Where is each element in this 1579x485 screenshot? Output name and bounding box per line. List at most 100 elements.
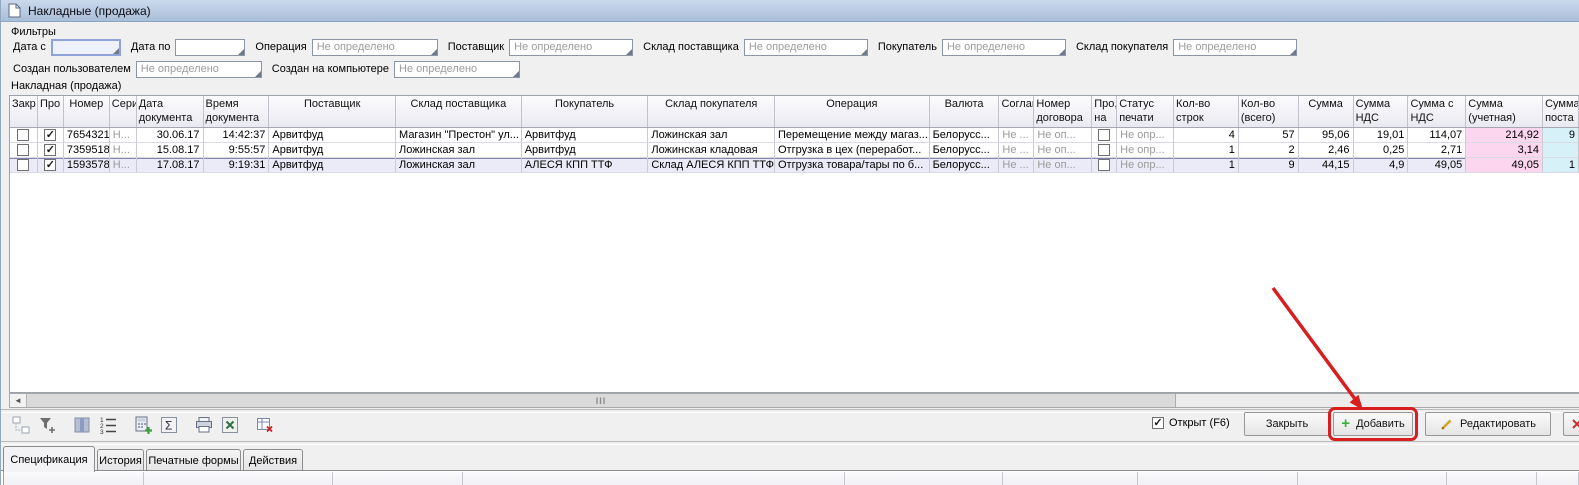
excel-export-toolbar-button[interactable] [218,414,241,437]
column-header-qty_total[interactable]: Кол-во (всего) [1239,96,1299,127]
filter-field-supplier[interactable]: Не определено [509,39,633,56]
spec-column-header[interactable] [4,472,144,485]
spec-column-header[interactable] [1003,472,1138,485]
column-header-buyer[interactable]: Покупатель [522,96,649,127]
cell-printed-checkbox[interactable] [1098,144,1110,156]
column-header-sum_vat[interactable]: Сумма НДС [1354,96,1409,127]
edit-button[interactable]: Редактировать [1425,412,1551,436]
filter-field-buyer-warehouse[interactable]: Не определено [1173,39,1297,56]
cell-closed-checkbox[interactable] [17,144,29,156]
filter-add-toolbar-button[interactable] [35,414,58,437]
cell-posted-checkbox[interactable]: ✓ [44,144,56,156]
pencil-icon [1440,417,1454,431]
numbered-list-toolbar-button[interactable]: 123 [96,414,119,437]
filters-row-2: Создан пользователемНе определеноСоздан … [13,60,530,78]
column-header-supplier_wh[interactable]: Склад поставщика [396,96,522,127]
filters-group-label: Фильтры [11,26,56,38]
filter-field-created-on-computer[interactable]: Не определено [394,61,520,78]
cell-sum_post [1543,143,1579,158]
column-header-posted[interactable]: Про [38,96,64,127]
column-header-doc_date[interactable]: Дата документа [137,96,204,127]
column-header-operation[interactable]: Операция [775,96,930,127]
close-button[interactable]: Закрыть [1244,412,1330,436]
column-header-buyer_wh[interactable]: Склад покупателя [648,96,775,127]
filter-field-supplier-warehouse[interactable]: Не определено [744,39,868,56]
cell-agreement: Не ... [999,158,1034,173]
spec-column-header[interactable] [144,472,334,485]
cell-printed-checkbox[interactable] [1098,129,1110,141]
tab-история[interactable]: История [97,449,144,471]
open-f6-label: Открыт (F6) [1169,417,1230,429]
filter-field-created-by-user[interactable]: Не определено [136,61,262,78]
table-row[interactable]: ✓1593578Н...17.08.179:19:31АрвитфудЛожин… [10,158,1579,173]
cell-posted-checkbox[interactable]: ✓ [44,159,56,171]
column-header-series[interactable]: Сери [110,96,137,127]
column-header-sum[interactable]: Сумма [1299,96,1354,127]
add-button[interactable]: +Добавить [1333,412,1413,436]
column-header-sum_post[interactable]: Сумма поста [1543,96,1579,127]
combo-corner-icon [1290,49,1296,55]
column-header-sum_accounting[interactable]: Сумма (учетная) [1466,96,1543,127]
calculator-add-toolbar-button[interactable] [131,414,154,437]
filter-field-operation[interactable]: Не определено [312,39,438,56]
column-header-currency[interactable]: Валюта [930,96,1000,127]
column-header-closed[interactable]: Закр [10,96,38,127]
window-titlebar[interactable]: Накладные (продажа) [1,0,1579,22]
horizontal-scrollbar[interactable]: ◄ III [9,393,1579,408]
table-row[interactable]: ✓7654321Н...30.06.1714:42:37АрвитфудМага… [10,128,1579,143]
cell-closed [10,158,38,173]
column-header-agreement[interactable]: Соглаш [999,96,1034,127]
tab-печатные-формы[interactable]: Печатные формы [146,449,241,471]
scrollbar-thumb[interactable]: III [27,394,1176,407]
cell-number: 7359518 [64,143,110,158]
filter-label-buyer-warehouse: Склад покупателя [1076,41,1168,53]
filter-field-buyer[interactable]: Не определено [942,39,1066,56]
cell-buyer_wh: Ложинская зал [648,128,775,143]
column-header-doc_time[interactable]: Время документа [204,96,270,127]
cell-number: 7654321 [64,128,110,143]
cell-line_count: 1 [1174,143,1239,158]
cell-doc_time: 14:42:37 [204,128,270,143]
cell-closed-checkbox[interactable] [17,129,29,141]
column-select-toolbar-button[interactable] [70,414,93,437]
tab-спецификация[interactable]: Спецификация [3,446,95,472]
document-icon [8,3,21,18]
column-header-supplier[interactable]: Поставщик [269,96,396,127]
cell-doc_date: 30.06.17 [137,128,204,143]
spec-column-header[interactable] [1138,472,1298,485]
table-row[interactable]: ✓7359518Н...15.08.179:55:57АрвитфудЛожин… [10,143,1579,158]
filter-field-date-from[interactable] [51,39,121,56]
combo-corner-icon [513,71,519,77]
numbered-list-icon: 123 [98,415,118,435]
scroll-left-button[interactable]: ◄ [10,394,27,407]
spec-column-header[interactable] [1447,472,1537,485]
cell-closed-checkbox[interactable] [17,159,29,171]
spec-column-header[interactable] [333,472,463,485]
filter-field-date-to[interactable] [175,39,245,56]
column-header-number[interactable]: Номер [64,96,110,127]
column-header-print_status[interactable]: Статус печати [1117,96,1174,127]
spec-column-header[interactable] [463,472,845,485]
spec-column-header[interactable] [845,472,1004,485]
tree-view-toolbar-button[interactable] [9,414,32,437]
printer-icon [194,415,214,435]
spec-column-header[interactable] [1537,472,1579,485]
column-header-line_count[interactable]: Кол-во строк [1174,96,1239,127]
open-f6-checkbox-box[interactable]: ✓ [1152,417,1164,429]
open-f6-checkbox[interactable]: ✓ Открыт (F6) [1152,417,1230,429]
sum-sigma-toolbar-button[interactable]: Σ [157,414,180,437]
table-delete-toolbar-button[interactable] [253,414,276,437]
printer-toolbar-button[interactable] [192,414,215,437]
column-header-printed[interactable]: Про, на [1092,96,1117,127]
column-header-contract_no[interactable]: Номер договора [1034,96,1092,127]
column-header-sum_with_vat[interactable]: Сумма с НДС [1408,96,1466,127]
invoices-sales-window: Накладные (продажа) Фильтры Дата сДата п… [0,0,1579,485]
cell-posted-checkbox[interactable]: ✓ [44,129,56,141]
spec-column-header[interactable] [1298,472,1448,485]
cell-printed [1092,158,1117,173]
partial-button[interactable] [1563,412,1579,436]
combo-corner-icon [431,49,437,55]
cell-buyer: Арвитфуд [522,143,649,158]
cell-printed-checkbox[interactable] [1098,159,1110,171]
tab-действия[interactable]: Действия [243,449,303,471]
